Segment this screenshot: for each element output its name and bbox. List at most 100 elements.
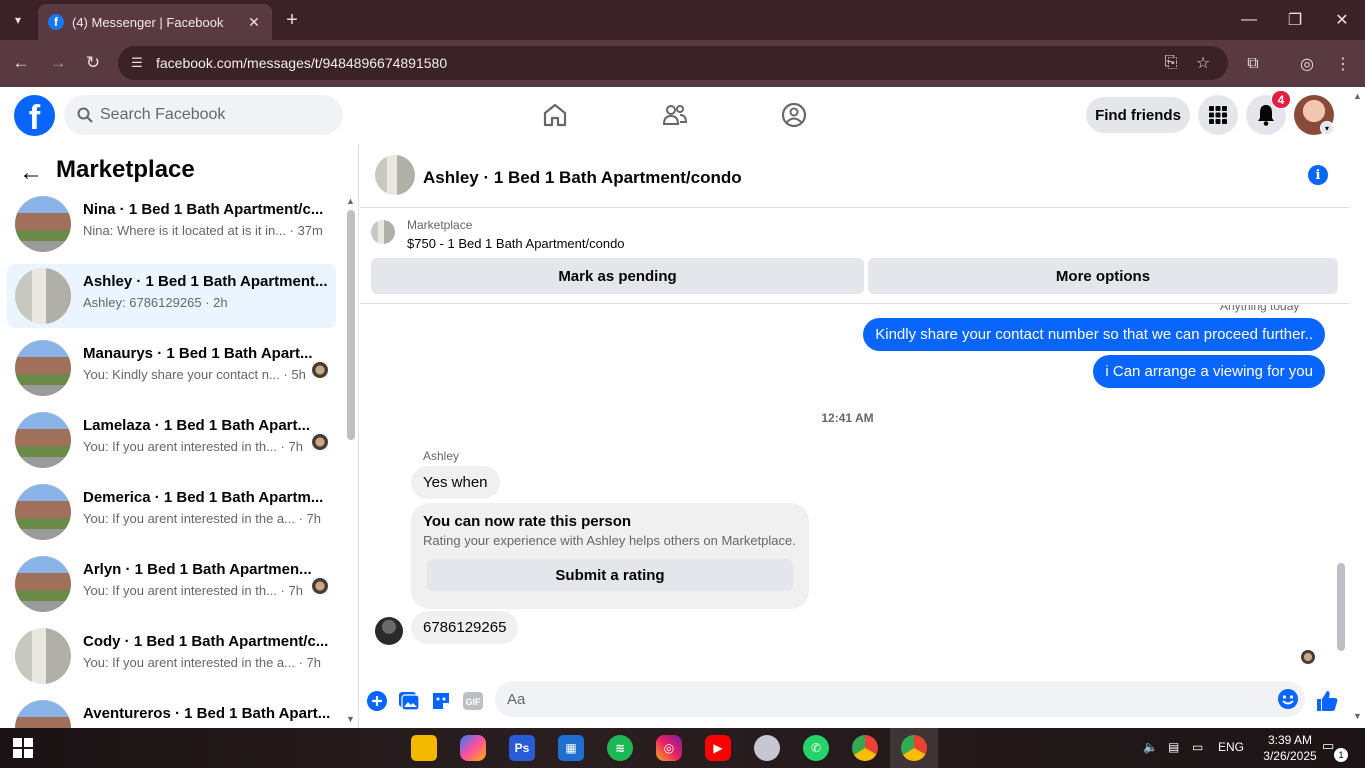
back-icon[interactable]: ← xyxy=(8,50,34,76)
site-info-icon[interactable]: ☰ xyxy=(128,54,146,72)
system-clock[interactable]: 3:39 AM 3/26/2025 xyxy=(1255,732,1325,764)
conversation-item[interactable]: Aventureros · 1 Bed 1 Bath Apart... xyxy=(7,696,336,728)
profile-icon[interactable]: ◎ xyxy=(1295,52,1319,76)
microsoft-store-icon[interactable]: ▦ xyxy=(558,735,584,761)
tab-title: (4) Messenger | Facebook xyxy=(72,14,224,30)
address-bar[interactable]: ☰ facebook.com/messages/t/94848966748915… xyxy=(118,46,1228,80)
chat-avatar[interactable] xyxy=(375,155,415,195)
rate-person-card: You can now rate this person Rating your… xyxy=(411,503,809,609)
sender-avatar[interactable] xyxy=(375,617,403,645)
copilot-icon[interactable] xyxy=(460,735,486,761)
network-icon[interactable]: ▤ xyxy=(1168,740,1179,754)
app-icon[interactable] xyxy=(754,735,780,761)
marketplace-chats-panel: ← Marketplace Nina · 1 Bed 1 Bath Apartm… xyxy=(0,144,359,728)
menu-grid-button[interactable] xyxy=(1198,95,1238,135)
message-input-box[interactable] xyxy=(495,681,1305,717)
listing-title[interactable]: $750 - 1 Bed 1 Bath Apartment/condo xyxy=(407,236,625,251)
back-arrow-icon[interactable]: ← xyxy=(18,159,44,186)
page-scrollbar[interactable]: ▲ ▼ xyxy=(1350,87,1365,728)
chevron-down-icon[interactable]: ▾ xyxy=(1320,121,1334,135)
conversation-name: Cody · 1 Bed 1 Bath Apartment/c... xyxy=(83,633,329,650)
conversation-preview: You: If you arent interested in th... · … xyxy=(83,583,303,598)
listing-thumbnail xyxy=(15,196,71,252)
submit-rating-button[interactable]: Submit a rating xyxy=(427,559,793,591)
conversation-name: Demerica · 1 Bed 1 Bath Apartm... xyxy=(83,489,324,506)
message-input[interactable] xyxy=(507,690,1247,708)
mark-as-pending-button[interactable]: Mark as pending xyxy=(371,258,864,294)
home-icon[interactable] xyxy=(541,101,569,129)
conversation-preview: You: If you arent interested in th... · … xyxy=(83,439,303,454)
tab-search-icon[interactable]: ▾ xyxy=(6,8,30,32)
conversation-item[interactable]: Lamelaza · 1 Bed 1 Bath Apart... You: If… xyxy=(7,408,336,472)
bookmark-star-icon[interactable]: ☆ xyxy=(1192,53,1214,73)
photo-icon[interactable] xyxy=(397,689,421,713)
conversation-item-active[interactable]: Ashley · 1 Bed 1 Bath Apartment... Ashle… xyxy=(7,264,336,328)
groups-icon[interactable] xyxy=(780,101,808,129)
volume-icon[interactable]: 🔈 xyxy=(1143,740,1158,754)
seen-avatar xyxy=(312,578,328,594)
scroll-down-icon[interactable]: ▼ xyxy=(1353,711,1362,721)
rate-title: You can now rate this person xyxy=(423,513,632,530)
chrome-profile-icon[interactable] xyxy=(901,735,927,761)
facebook-search[interactable] xyxy=(64,95,343,135)
language-indicator[interactable]: ENG xyxy=(1218,740,1244,754)
install-app-icon[interactable]: ⎘ xyxy=(1160,53,1182,73)
scroll-down-icon[interactable]: ▼ xyxy=(346,714,355,724)
conversation-preview: Ashley: 6786129265 · 2h xyxy=(83,295,228,310)
more-options-button[interactable]: More options xyxy=(868,258,1338,294)
conversation-item[interactable]: Nina · 1 Bed 1 Bath Apartment/c... Nina:… xyxy=(7,192,336,256)
chat-scrollbar[interactable] xyxy=(1337,563,1345,651)
spotify-icon[interactable]: ≋ xyxy=(607,735,633,761)
info-icon[interactable]: i xyxy=(1308,165,1328,185)
chrome-icon[interactable] xyxy=(852,735,878,761)
scroll-up-icon[interactable]: ▲ xyxy=(1353,91,1362,101)
message-composer: GIF xyxy=(360,678,1350,728)
listing-thumbnail xyxy=(15,484,71,540)
outgoing-message[interactable]: Kindly share your contact number so that… xyxy=(863,318,1325,351)
plus-icon[interactable] xyxy=(365,689,389,713)
close-window-icon[interactable]: ✕ xyxy=(1327,6,1357,34)
reload-icon[interactable]: ↻ xyxy=(80,50,106,76)
conversation-item[interactable]: Cody · 1 Bed 1 Bath Apartment/c... You: … xyxy=(7,624,336,688)
conversation-item[interactable]: Demerica · 1 Bed 1 Bath Apartm... You: I… xyxy=(7,480,336,544)
clock-date: 3/26/2025 xyxy=(1263,749,1317,763)
new-tab-icon[interactable]: + xyxy=(280,8,304,32)
instagram-icon[interactable]: ◎ xyxy=(656,735,682,761)
incoming-message[interactable]: Yes when xyxy=(411,466,500,499)
sticker-icon[interactable] xyxy=(429,689,453,713)
left-scrollbar[interactable] xyxy=(347,210,355,440)
outgoing-message[interactable]: i Can arrange a viewing for you xyxy=(1093,355,1325,388)
friends-icon[interactable] xyxy=(661,101,689,129)
seen-avatar xyxy=(312,434,328,450)
restore-icon[interactable]: ❐ xyxy=(1280,6,1310,34)
forward-icon[interactable]: → xyxy=(45,50,71,76)
battery-icon[interactable]: ▭ xyxy=(1192,740,1203,754)
listing-thumbnail xyxy=(15,412,71,468)
rate-description: Rating your experience with Ashley helps… xyxy=(423,533,796,548)
browser-toolbar: ← → ↻ ☰ facebook.com/messages/t/94848966… xyxy=(0,40,1365,87)
browser-tab-messenger[interactable]: f (4) Messenger | Facebook ✕ xyxy=(38,4,272,40)
extensions-icon[interactable]: ⧉ xyxy=(1241,52,1265,76)
tab-close-icon[interactable]: ✕ xyxy=(244,14,264,31)
scroll-up-icon[interactable]: ▲ xyxy=(346,196,355,206)
find-friends-button[interactable]: Find friends xyxy=(1086,97,1190,133)
facebook-logo-icon[interactable]: f xyxy=(14,95,55,136)
windows-start-icon[interactable] xyxy=(10,735,36,761)
notification-count-badge: 1 xyxy=(1334,748,1348,762)
whatsapp-icon[interactable]: ✆ xyxy=(803,735,829,761)
chrome-menu-icon[interactable]: ⋮ xyxy=(1331,52,1355,76)
youtube-icon[interactable]: ▶ xyxy=(705,735,731,761)
gif-icon[interactable]: GIF xyxy=(461,689,485,713)
conversation-item[interactable]: Manaurys · 1 Bed 1 Bath Apart... You: Ki… xyxy=(7,336,336,400)
chat-title[interactable]: Ashley · 1 Bed 1 Bath Apartment/condo xyxy=(423,168,742,188)
search-input[interactable] xyxy=(100,106,300,124)
photoshop-icon[interactable]: Ps xyxy=(509,735,535,761)
sender-name: Ashley xyxy=(423,449,460,463)
incoming-message[interactable]: 6786129265 xyxy=(411,611,519,644)
facebook-favicon-icon: f xyxy=(48,14,64,30)
like-thumb-icon[interactable] xyxy=(1315,689,1339,713)
file-explorer-icon[interactable] xyxy=(411,735,437,761)
minimize-icon[interactable]: — xyxy=(1234,6,1264,34)
conversation-item[interactable]: Arlyn · 1 Bed 1 Bath Apartmen... You: If… xyxy=(7,552,336,616)
emoji-icon[interactable] xyxy=(1276,687,1300,711)
